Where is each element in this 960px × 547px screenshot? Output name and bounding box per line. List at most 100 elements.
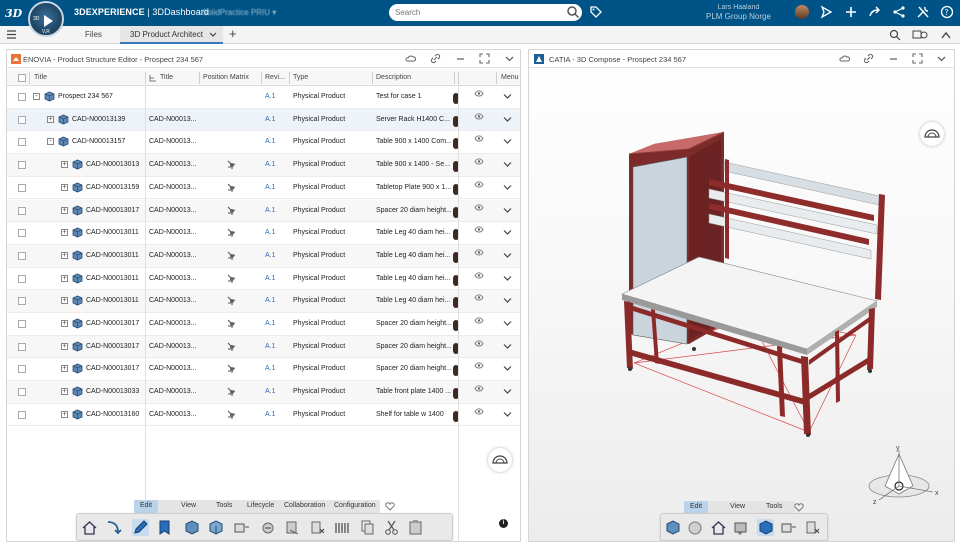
chevron-down-icon[interactable] — [503, 138, 512, 145]
avatar[interactable] — [795, 5, 809, 19]
tree-expander-icon[interactable]: + — [61, 342, 68, 350]
tools-icon[interactable] — [916, 5, 930, 19]
edit-pencil-icon[interactable] — [132, 519, 149, 536]
row-checkbox[interactable] — [18, 229, 26, 238]
tree-expander-icon[interactable]: + — [61, 229, 68, 237]
forward-icon[interactable] — [868, 5, 882, 19]
chevron-down-icon[interactable] — [503, 207, 512, 214]
search-icon[interactable] — [566, 5, 580, 19]
zoom-search-icon[interactable] — [889, 29, 901, 41]
link-icon[interactable] — [863, 53, 874, 64]
copy-icon[interactable] — [359, 519, 376, 536]
help-icon[interactable]: ? — [940, 5, 954, 19]
row-checkbox[interactable] — [18, 274, 26, 283]
table-row[interactable]: + CAD-N00013033 CAD-N00013... A.1 Physical P… — [7, 381, 520, 404]
chevron-down-icon[interactable] — [503, 184, 512, 191]
share-icon[interactable] — [819, 5, 833, 19]
position-matrix-icon[interactable] — [226, 341, 238, 353]
chevron-down-icon[interactable] — [503, 343, 512, 350]
row-checkbox[interactable] — [18, 251, 26, 260]
tree-expander-icon[interactable]: - — [47, 138, 54, 146]
eye-icon[interactable] — [474, 135, 484, 142]
tree-expander-icon[interactable]: + — [47, 115, 54, 123]
chevron-down-icon[interactable] — [209, 32, 217, 38]
chevron-down-icon[interactable] — [503, 252, 512, 259]
duplicate-icon[interactable] — [260, 519, 277, 536]
row-revision[interactable]: A.1 — [265, 138, 276, 145]
table-row[interactable]: + CAD-N00013159 CAD-N00013... A.1 Physical P… — [7, 177, 520, 200]
row-checkbox[interactable] — [18, 320, 26, 328]
row-checkbox[interactable] — [18, 342, 26, 351]
tab-view[interactable]: View — [181, 502, 196, 509]
row-checkbox[interactable] — [18, 297, 26, 306]
row-checkbox[interactable] — [18, 93, 26, 101]
eye-icon[interactable] — [474, 362, 484, 369]
position-matrix-icon[interactable] — [226, 386, 238, 398]
row-revision[interactable]: A.1 — [265, 184, 276, 191]
tree-expander-icon[interactable]: + — [61, 297, 68, 305]
tree-expander-icon[interactable]: + — [61, 365, 68, 373]
row-revision[interactable]: A.1 — [265, 388, 276, 395]
position-matrix-icon[interactable] — [226, 409, 238, 421]
select-all-checkbox[interactable] — [18, 74, 26, 82]
tree-expander-icon[interactable]: + — [61, 206, 68, 214]
plus-icon[interactable] — [844, 5, 858, 19]
position-matrix-icon[interactable] — [226, 182, 238, 194]
column-description[interactable]: Description — [376, 74, 411, 81]
chevron-down-icon[interactable] — [503, 275, 512, 282]
row-revision[interactable]: A.1 — [265, 252, 276, 259]
row-revision[interactable]: A.1 — [265, 275, 276, 282]
position-matrix-icon[interactable] — [226, 295, 238, 307]
eye-icon[interactable] — [474, 385, 484, 392]
favorite-heart-icon[interactable] — [385, 502, 395, 511]
tree-expander-icon[interactable]: + — [61, 320, 68, 327]
position-matrix-icon[interactable] — [226, 159, 238, 171]
home-icon[interactable] — [81, 519, 98, 536]
column-position-matrix[interactable]: Position Matrix — [203, 74, 249, 81]
minimize-icon[interactable] — [888, 53, 899, 64]
favorite-heart-icon[interactable] — [794, 503, 804, 512]
collapse-icon[interactable] — [940, 29, 952, 41]
product-icon[interactable] — [664, 519, 681, 536]
chevron-down-icon[interactable] — [503, 229, 512, 236]
display-icon[interactable] — [780, 519, 797, 536]
table-row[interactable]: + CAD-N00013011 CAD-N00013... A.1 Physical P… — [7, 222, 520, 245]
tenant-selector[interactable]: SolidPractice PRIU ▾ — [202, 8, 276, 17]
network-icon[interactable] — [892, 5, 906, 19]
tab-3d-product-architect[interactable]: 3D Product Architect — [120, 26, 223, 44]
3ds-logo-icon[interactable]: 3DS — [4, 4, 22, 22]
chevron-down-icon[interactable] — [503, 116, 512, 123]
tree-expander-icon[interactable]: + — [61, 183, 68, 191]
row-checkbox[interactable] — [18, 115, 26, 124]
tree-expander-icon[interactable]: + — [61, 161, 68, 169]
eye-icon[interactable] — [474, 226, 484, 233]
render-icon[interactable] — [687, 519, 704, 536]
chevron-down-icon[interactable] — [503, 320, 512, 327]
row-checkbox[interactable] — [18, 161, 26, 170]
tree-expander-icon[interactable]: - — [33, 93, 40, 100]
table-row[interactable]: + CAD-N00013017 CAD-N00013... A.1 Physical P… — [7, 313, 520, 336]
link-icon[interactable] — [430, 53, 441, 64]
reorder-icon[interactable] — [284, 519, 301, 536]
table-row[interactable]: + CAD-N00013139 CAD-N00013... A.1 Physical P… — [7, 108, 520, 132]
bookmark-icon[interactable] — [156, 519, 173, 536]
table-row[interactable]: + CAD-N00013011 CAD-N00013... A.1 Physical P… — [7, 244, 520, 268]
row-revision[interactable]: A.1 — [265, 93, 276, 100]
row-checkbox[interactable] — [18, 206, 26, 215]
tab-edit[interactable]: Edit — [134, 500, 159, 513]
tab-collaboration[interactable]: Collaboration — [284, 502, 325, 509]
table-row[interactable]: + CAD-N00013017 CAD-N00013... A.1 Physical P… — [7, 199, 520, 223]
position-matrix-icon[interactable] — [226, 227, 238, 239]
remove-icon[interactable] — [804, 519, 821, 536]
tree-expander-icon[interactable]: + — [61, 388, 68, 396]
row-checkbox[interactable] — [18, 365, 26, 374]
navigate-icon[interactable] — [105, 519, 122, 536]
eye-icon[interactable] — [474, 249, 484, 256]
maximize-icon[interactable] — [479, 53, 490, 64]
tree-expander-icon[interactable]: + — [61, 251, 68, 259]
chevron-down-icon[interactable] — [503, 411, 512, 418]
tab-tools[interactable]: Tools — [216, 502, 232, 509]
assembly-icon[interactable] — [757, 519, 774, 536]
tab-files[interactable]: Files — [85, 30, 102, 39]
row-revision[interactable]: A.1 — [265, 116, 276, 123]
